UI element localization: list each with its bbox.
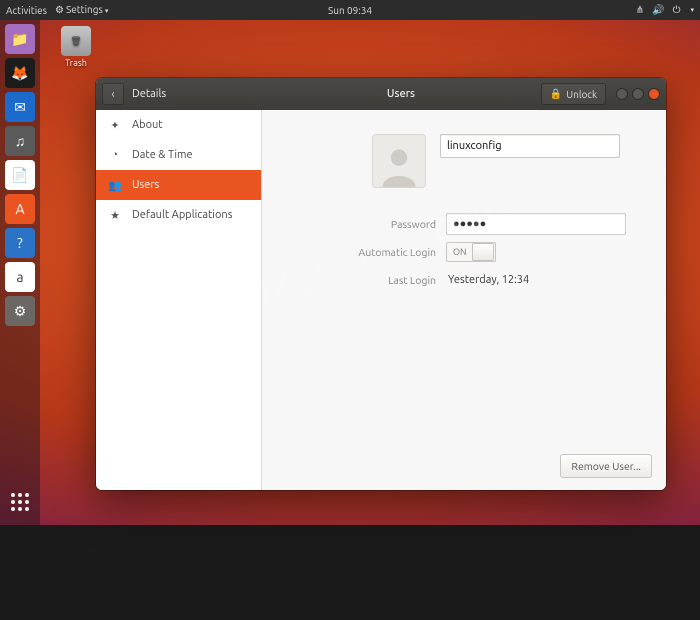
system-status-area[interactable]: ⋔ 🔊 ⏻ ▾ (636, 4, 694, 16)
sidebar-item-label: About (132, 119, 163, 131)
unlock-button[interactable]: 🔒 Unlock (541, 83, 606, 105)
lock-icon: 🔒 (550, 88, 562, 100)
power-icon: ⏻ (673, 4, 681, 16)
sidebar-item-label: Date & Time (132, 149, 193, 161)
user-avatar[interactable] (372, 134, 426, 188)
dock-app-amazon[interactable]: a (5, 262, 35, 292)
close-button[interactable] (648, 88, 660, 100)
chevron-left-icon: ‹ (111, 88, 114, 101)
trash-icon: 🗑 (61, 26, 91, 56)
trash-label: Trash (65, 58, 87, 68)
panel-title: Users (261, 88, 541, 100)
app-menu[interactable]: ⚙Settings▾ (55, 4, 108, 16)
automatic-login-switch[interactable]: ON (446, 242, 496, 262)
date-time-icon: ◔ (108, 149, 122, 161)
avatar-placeholder-icon (377, 143, 421, 187)
settings-window: ‹ Details Users 🔒 Unlock ✦ About ◔ Date & T… (96, 78, 666, 490)
network-icon: ⋔ (636, 4, 644, 16)
gnome-top-bar: Activities ⚙Settings▾ Sun 09:34 ⋔ 🔊 ⏻ ▾ (0, 0, 700, 20)
details-sidebar: ✦ About ◔ Date & Time 👥 Users ★ Default Applica… (96, 110, 262, 490)
last-login-label: Last Login (286, 274, 436, 286)
sidebar-item-date-time[interactable]: ◔ Date & Time (96, 140, 261, 170)
dock-app-rhythmbox[interactable]: ♫ (5, 126, 35, 156)
window-titlebar[interactable]: ‹ Details Users 🔒 Unlock (96, 78, 666, 110)
sidebar-item-default-applications[interactable]: ★ Default Applications (96, 200, 261, 230)
automatic-login-label: Automatic Login (286, 246, 436, 258)
volume-icon: 🔊 (652, 4, 664, 16)
parent-panel-title: Details (132, 88, 166, 100)
sidebar-item-users[interactable]: 👥 Users (96, 170, 261, 200)
clock[interactable]: Sun 09:34 (328, 5, 372, 16)
dock-app-ubuntu-software[interactable]: A (5, 194, 35, 224)
desktop-trash[interactable]: 🗑 Trash (54, 26, 98, 68)
dock-app-help[interactable]: ? (5, 228, 35, 258)
back-button[interactable]: ‹ (102, 83, 124, 105)
dock-app-libreoffice-writer[interactable]: 📄 (5, 160, 35, 190)
users-panel: Password Automatic Login ON Last Login Y… (262, 110, 666, 490)
dock-app-firefox[interactable]: 🦊 (5, 58, 35, 88)
sidebar-item-about[interactable]: ✦ About (96, 110, 261, 140)
sidebar-item-label: Default Applications (132, 209, 232, 221)
remove-user-button[interactable]: Remove User... (560, 454, 652, 478)
dock-app-settings[interactable]: ⚙ (5, 296, 35, 326)
switch-knob (472, 243, 494, 261)
password-label: Password (286, 218, 436, 230)
last-login-value: Yesterday, 12:34 (446, 274, 529, 286)
sidebar-item-label: Users (132, 179, 159, 191)
minimize-button[interactable] (616, 88, 628, 100)
dock-app-thunderbird[interactable]: ✉ (5, 92, 35, 122)
activities-button[interactable]: Activities (6, 5, 47, 16)
show-applications-button[interactable] (5, 487, 35, 517)
default-applications-icon: ★ (108, 209, 122, 222)
user-name-field[interactable] (440, 134, 620, 158)
users-icon: 👥 (108, 179, 122, 192)
about-icon: ✦ (108, 119, 122, 132)
ubuntu-dock: 📁 🦊 ✉ ♫ 📄 A? a ⚙ (0, 20, 40, 525)
dock-app-nautilus-files[interactable]: 📁 (5, 24, 35, 54)
password-field[interactable] (446, 213, 626, 235)
maximize-button[interactable] (632, 88, 644, 100)
